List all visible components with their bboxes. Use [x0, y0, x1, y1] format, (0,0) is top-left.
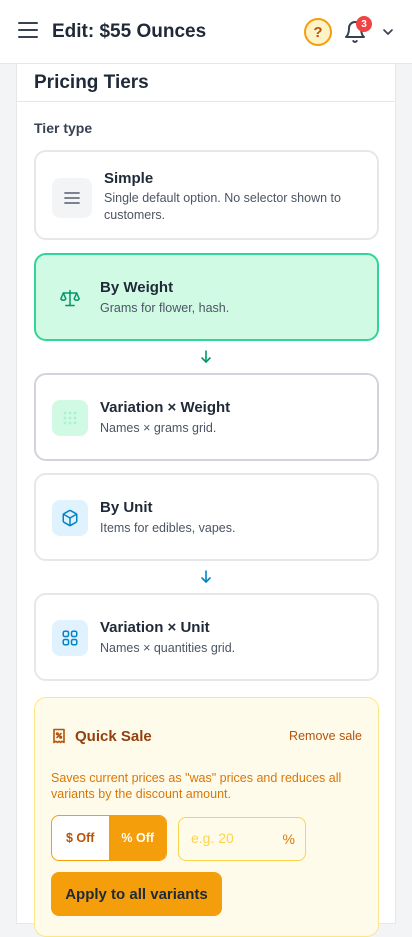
help-icon[interactable]: ?: [304, 18, 332, 46]
tier-option-simple[interactable]: Simple Single default option. No selecto…: [34, 150, 379, 240]
tier-type-label: Tier type: [34, 120, 93, 136]
box-icon: [52, 500, 88, 536]
dollar-off-option[interactable]: $ Off: [52, 816, 110, 860]
page-title: Edit: $55 Ounces: [52, 21, 207, 42]
arrow-down-icon: [201, 350, 211, 363]
chevron-down-icon[interactable]: [380, 24, 396, 40]
tier-title: Simple: [104, 170, 154, 187]
grid-dots-icon: [52, 400, 88, 436]
discount-amount-field: %: [178, 817, 306, 861]
discount-type-toggle: $ Off % Off: [51, 815, 167, 861]
grid-squares-icon: [52, 620, 88, 656]
tier-title: By Unit: [100, 499, 153, 516]
tier-description: Names × grams grid.: [100, 421, 217, 435]
menu-icon[interactable]: [18, 22, 38, 40]
list-icon: [52, 178, 92, 218]
top-bar: Edit: $55 Ounces ? 3: [0, 0, 412, 64]
discount-amount-input[interactable]: [191, 830, 281, 846]
tier-title: By Weight: [100, 279, 174, 296]
receipt-icon: [53, 728, 65, 744]
tier-option-variation-weight[interactable]: Variation × Weight Names × grams grid.: [34, 373, 379, 461]
tier-option-variation-unit[interactable]: Variation × Unit Names × quantities grid…: [34, 593, 379, 681]
tier-description: Items for edibles, vapes.: [100, 521, 236, 535]
quick-sale-title: Quick Sale: [75, 728, 152, 745]
notification-badge: 3: [356, 16, 372, 32]
tier-title: Variation × Weight: [100, 399, 231, 416]
divider: [17, 101, 395, 102]
quick-sale-description: Saves current prices as "was" prices and…: [51, 771, 342, 801]
pricing-tiers-card: Pricing Tiers Tier type Simple Single de…: [16, 64, 396, 937]
arrow-down-icon: [201, 570, 211, 583]
tier-description: Names × quantities grid.: [100, 641, 236, 655]
percent-unit: %: [282, 831, 295, 847]
tier-option-unit[interactable]: By Unit Items for edibles, vapes.: [34, 473, 379, 561]
section-title: Pricing Tiers: [34, 72, 149, 93]
remove-sale-link[interactable]: Remove sale: [289, 729, 362, 743]
quick-sale-panel: Quick Sale Remove sale Saves current pri…: [34, 697, 379, 937]
tier-title: Variation × Unit: [100, 619, 210, 636]
tier-option-weight[interactable]: By Weight Grams for flower, hash.: [34, 253, 379, 341]
scale-icon: [52, 280, 88, 316]
apply-to-all-button[interactable]: Apply to all variants: [51, 872, 222, 916]
percent-off-option[interactable]: % Off: [109, 816, 166, 860]
tier-description: Grams for flower, hash.: [100, 301, 230, 315]
tier-description: Single default option. No selector shown…: [104, 191, 341, 222]
